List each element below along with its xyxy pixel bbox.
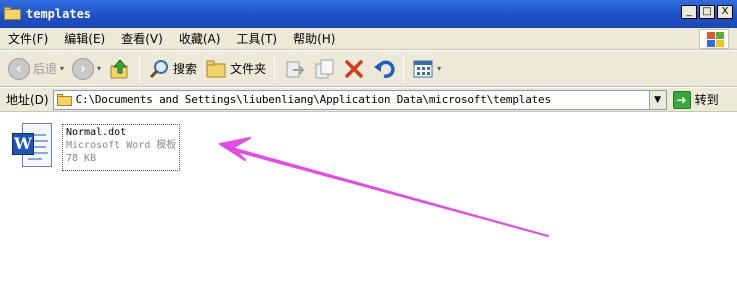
annotation-arrow xyxy=(219,137,549,237)
